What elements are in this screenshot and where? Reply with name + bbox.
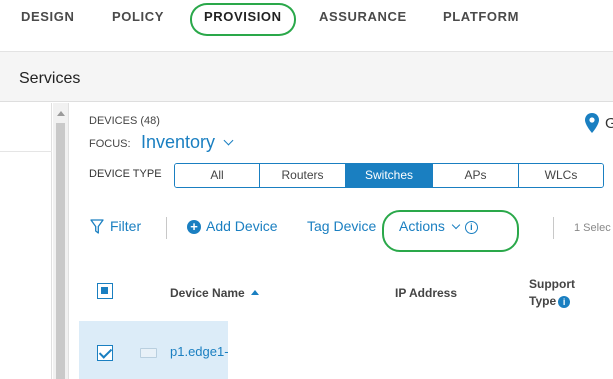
col-support-type[interactable]: Type i [529,294,571,308]
toolbar: Filter + Add Device Tag Device Actions i 1… [70,213,613,243]
col-support-type-line1[interactable]: Support [529,277,575,291]
add-device-label: Add Device [206,218,278,234]
plus-circle-icon: + [187,220,201,234]
scroll-up-arrow-icon[interactable] [57,111,65,116]
tag-device-button[interactable]: Tag Device [307,218,376,234]
table-header: Device Name IP Address Support Type i [70,265,613,321]
device-type-routers[interactable]: Routers [260,164,346,187]
location-text: G [605,115,613,132]
col-device-name-label: Device Name [170,286,245,300]
device-icon [140,348,157,358]
scrollbar-thumb[interactable] [56,123,65,379]
focus-value: Inventory [141,132,216,152]
chevron-down-icon [223,135,234,146]
page-title: Services [19,70,81,87]
selected-count: 1 Selec [574,222,611,234]
device-type-segmented: All Routers Switches APs WLCs [174,163,604,188]
actions-dropdown[interactable]: Actions i [399,218,478,234]
chevron-down-icon [451,220,461,230]
col-support-type-line2: Type [529,294,557,308]
focus-dropdown[interactable]: Inventory [141,132,234,153]
nav-policy[interactable]: POLICY [112,9,164,24]
device-name-link[interactable]: p1.edge1- [170,344,229,359]
main-content: DEVICES (48) FOCUS: Inventory G DEVICE T… [70,103,613,379]
device-type-aps[interactable]: APs [433,164,519,187]
table-row[interactable]: p1.edge1- [79,321,229,379]
toolbar-separator [553,217,554,239]
nav-assurance[interactable]: ASSURANCE [319,9,407,24]
page-header: Services [0,52,613,102]
col-ip-address[interactable]: IP Address [395,286,457,300]
info-icon[interactable]: i [558,296,571,308]
location-pin-icon[interactable] [585,113,599,133]
select-all-checkbox[interactable] [97,283,113,299]
device-type-switches[interactable]: Switches [346,164,433,187]
device-type-label: DEVICE TYPE [89,168,162,180]
nav-platform[interactable]: PLATFORM [443,9,519,24]
add-device-button[interactable]: + Add Device [187,218,278,234]
left-panel-divider [0,151,52,152]
top-nav: DESIGN POLICY PROVISION ASSURANCE PLATFO… [0,0,613,52]
nav-design[interactable]: DESIGN [21,9,74,24]
actions-label: Actions [399,218,445,234]
info-icon[interactable]: i [464,221,478,234]
filter-button[interactable]: Filter [110,218,141,234]
toolbar-separator [166,217,167,239]
device-type-all[interactable]: All [175,164,260,187]
left-panel [0,103,52,379]
row-checkbox[interactable] [97,345,113,361]
sort-asc-icon [250,290,259,295]
focus-label: FOCUS: [89,138,131,150]
filter-icon[interactable] [90,219,104,235]
devices-count: DEVICES (48) [89,115,160,127]
nav-provision[interactable]: PROVISION [204,9,282,24]
left-panel-scrollbar[interactable] [53,103,69,379]
col-device-name[interactable]: Device Name [170,286,259,300]
device-type-wlcs[interactable]: WLCs [519,164,603,187]
